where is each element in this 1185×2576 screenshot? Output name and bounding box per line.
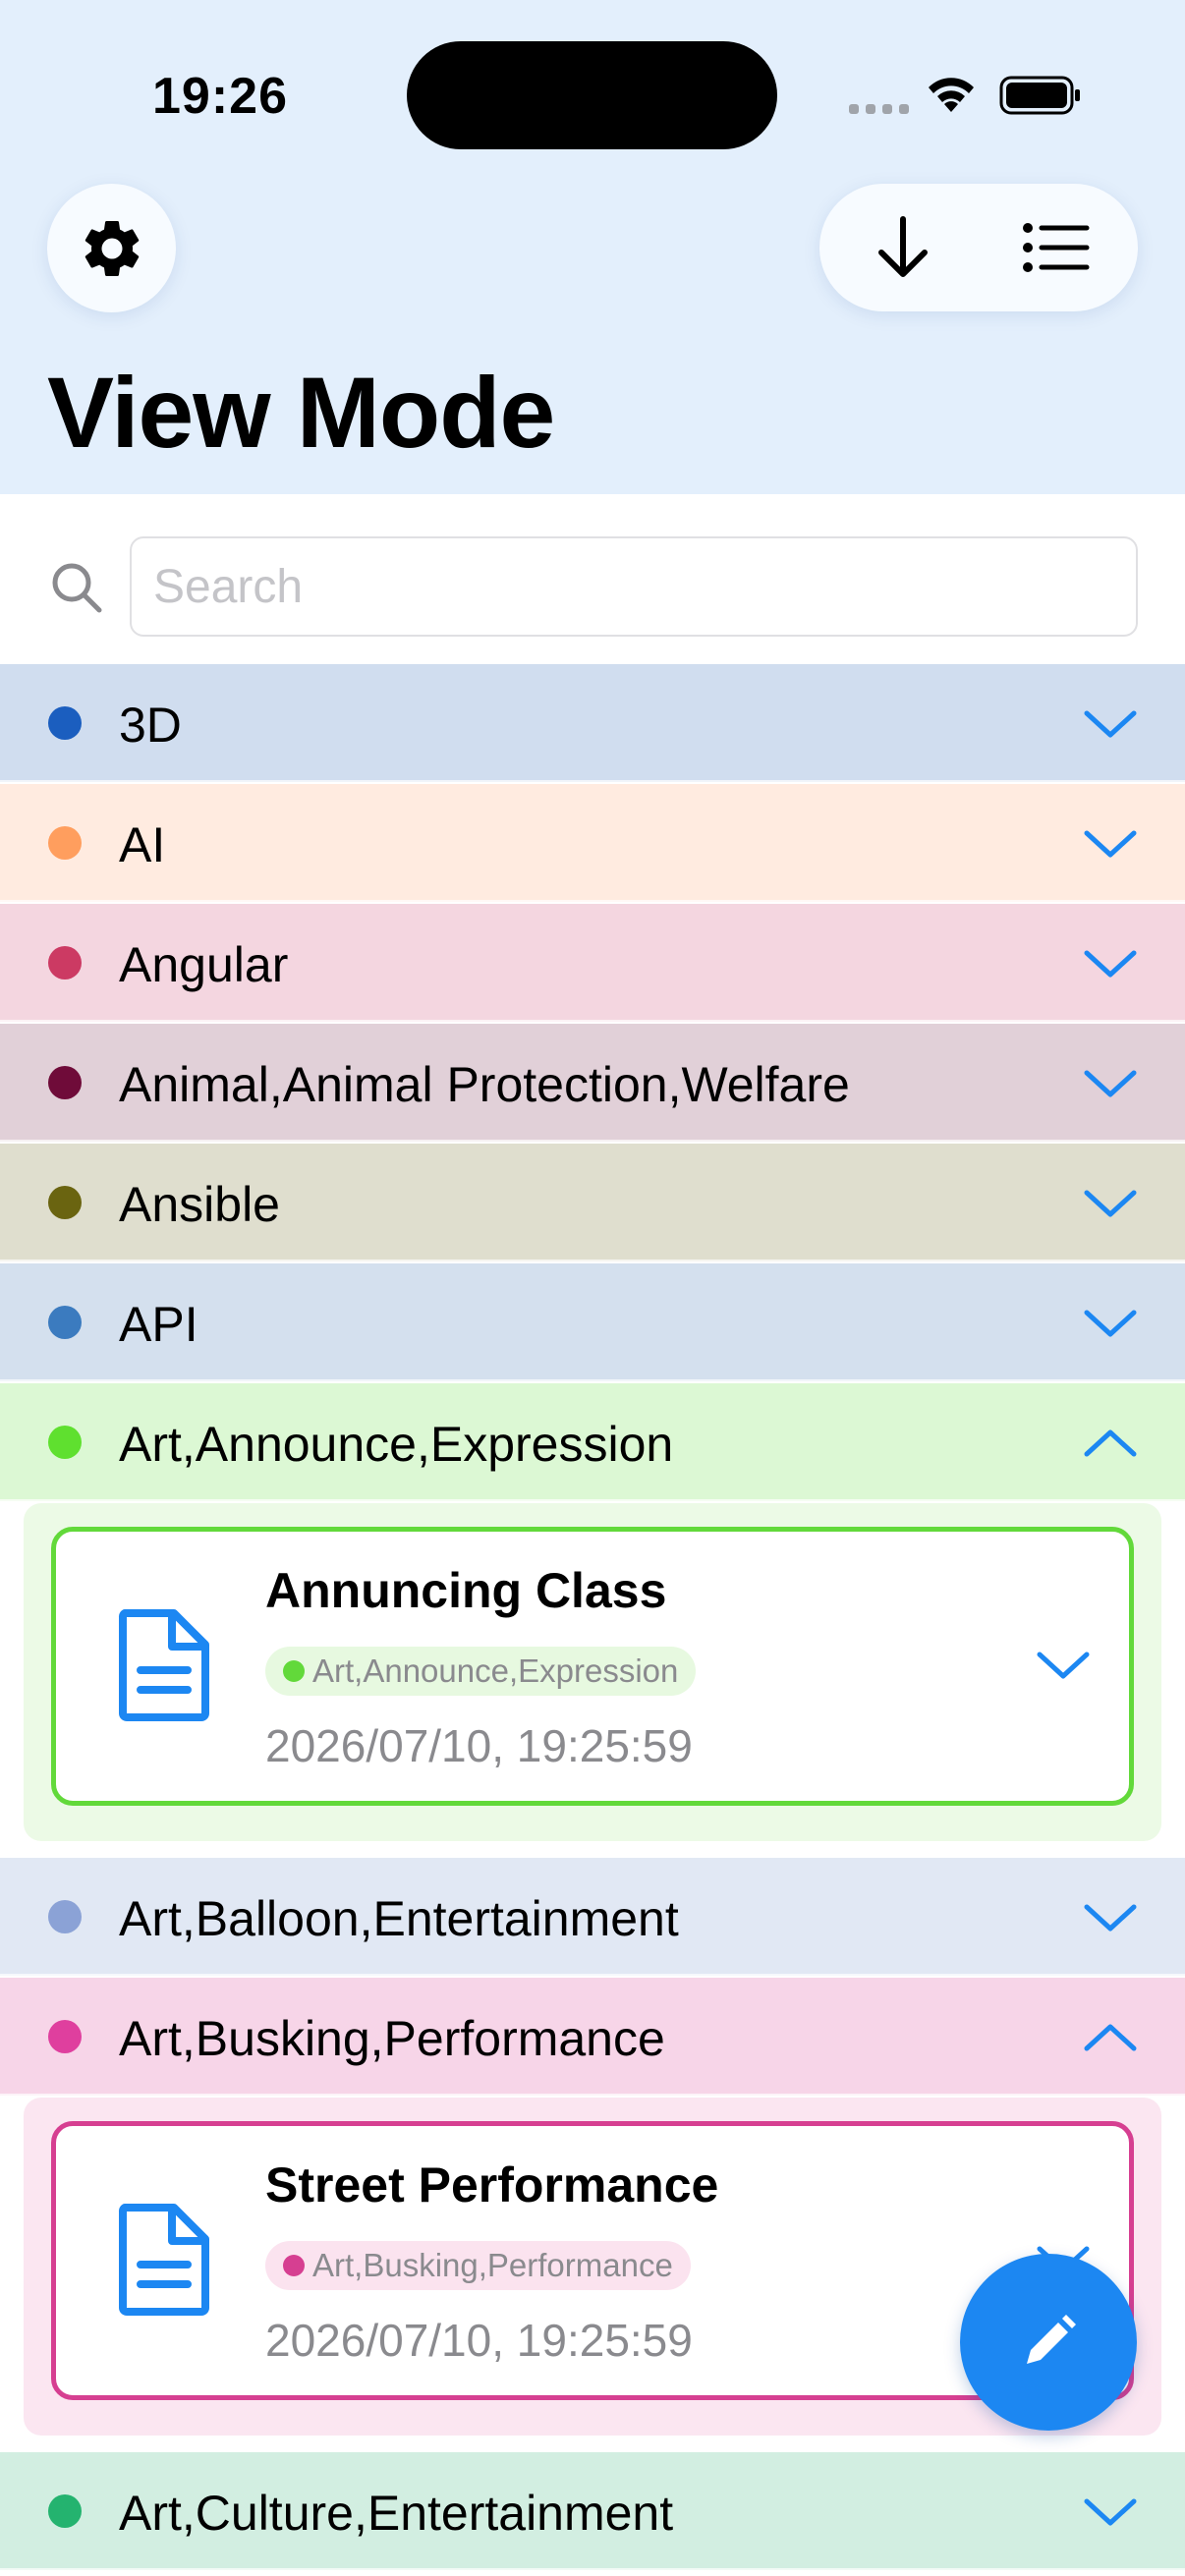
group-row[interactable]: Animal,Animal Protection,Welfare bbox=[0, 1024, 1185, 1142]
group-color-dot bbox=[48, 946, 82, 980]
group-label: Animal,Animal Protection,Welfare bbox=[119, 1057, 850, 1112]
group-label: 3D bbox=[119, 698, 182, 753]
gear-icon bbox=[85, 220, 139, 276]
tag-color-dot bbox=[283, 1660, 305, 1682]
group-color-dot bbox=[48, 826, 82, 860]
page-title: View Mode bbox=[47, 357, 555, 469]
note-date: 2026/07/10, 19:25:59 bbox=[265, 2315, 693, 2366]
wifi-icon bbox=[929, 78, 974, 112]
group-row[interactable]: AI bbox=[0, 784, 1185, 902]
status-time: 19:26 bbox=[152, 68, 288, 125]
note-tag-label: Art,Busking,Performance bbox=[312, 2247, 673, 2283]
group-row[interactable]: 3D bbox=[0, 664, 1185, 782]
list-icon bbox=[1023, 223, 1090, 272]
note-date: 2026/07/10, 19:25:59 bbox=[265, 1720, 693, 1771]
group-color-dot bbox=[48, 1900, 82, 1933]
group-label: Art,Announce,Expression bbox=[119, 1417, 674, 1472]
chevron-down-icon[interactable] bbox=[1081, 1063, 1140, 1102]
group-label: Art,Busking,Performance bbox=[119, 2011, 665, 2066]
dynamic-island bbox=[407, 41, 777, 149]
note-tag: Art,Announce,Expression bbox=[265, 1647, 697, 1696]
group-label: Ansible bbox=[119, 1177, 280, 1232]
group-label: API bbox=[119, 1297, 198, 1352]
group-label: Angular bbox=[119, 937, 289, 992]
chevron-down-icon[interactable] bbox=[1081, 2492, 1140, 2531]
group-row[interactable]: Ansible bbox=[0, 1144, 1185, 1261]
group-color-dot bbox=[48, 2494, 82, 2528]
chevron-up-icon[interactable] bbox=[1081, 2017, 1140, 2056]
group-row[interactable]: Art,Busking,Performance bbox=[0, 1978, 1185, 2096]
group-row[interactable]: Angular bbox=[0, 904, 1185, 1022]
group-row[interactable]: Art,Culture,Entertainment bbox=[0, 2452, 1185, 2570]
chevron-up-icon[interactable] bbox=[1081, 1423, 1140, 1462]
document-icon bbox=[119, 1609, 209, 1721]
group-color-dot bbox=[48, 1186, 82, 1219]
group-label: AI bbox=[119, 817, 166, 872]
battery-icon bbox=[999, 76, 1080, 115]
group-row[interactable]: API bbox=[0, 1263, 1185, 1381]
chevron-down-icon[interactable] bbox=[1081, 943, 1140, 982]
search-icon bbox=[52, 563, 102, 613]
chevron-down-icon[interactable] bbox=[1081, 1897, 1140, 1936]
chevron-down-icon[interactable] bbox=[1081, 1303, 1140, 1342]
group-color-dot bbox=[48, 1306, 82, 1339]
chevron-down-icon[interactable] bbox=[1081, 1183, 1140, 1222]
settings-button[interactable] bbox=[47, 184, 176, 312]
list-view-button[interactable] bbox=[1012, 208, 1100, 287]
note-tag-label: Art,Announce,Expression bbox=[312, 1652, 679, 1689]
group-row[interactable]: Art,Announce,Expression bbox=[0, 1383, 1185, 1501]
note-card[interactable]: Annuncing Class Art,Announce,Expression 20… bbox=[51, 1527, 1134, 1806]
header-actions bbox=[819, 184, 1138, 311]
tag-color-dot bbox=[283, 2255, 305, 2276]
pencil-icon bbox=[1027, 2315, 1076, 2364]
arrow-down-icon bbox=[878, 216, 928, 277]
group-row[interactable]: Art,Balloon,Entertainment bbox=[0, 1858, 1185, 1976]
search-input[interactable] bbox=[130, 536, 1138, 637]
group-expanded-panel: Annuncing Class Art,Announce,Expression 20… bbox=[24, 1503, 1161, 1841]
group-color-dot bbox=[48, 1066, 82, 1099]
group-color-dot bbox=[48, 706, 82, 740]
chevron-down-icon[interactable] bbox=[1034, 1645, 1093, 1684]
sort-button[interactable] bbox=[859, 208, 947, 287]
chevron-down-icon[interactable] bbox=[1081, 703, 1140, 743]
group-color-dot bbox=[48, 1426, 82, 1459]
signal-icon bbox=[849, 104, 909, 114]
document-icon bbox=[119, 2204, 209, 2316]
group-label: Art,Culture,Entertainment bbox=[119, 2486, 674, 2541]
group-color-dot bbox=[48, 2020, 82, 2053]
note-title: Annuncing Class bbox=[265, 1563, 667, 1618]
group-label: Art,Balloon,Entertainment bbox=[119, 1891, 679, 1946]
note-title: Street Performance bbox=[265, 2157, 719, 2212]
chevron-down-icon[interactable] bbox=[1081, 823, 1140, 863]
note-tag: Art,Busking,Performance bbox=[265, 2241, 691, 2290]
compose-button[interactable] bbox=[960, 2254, 1137, 2431]
